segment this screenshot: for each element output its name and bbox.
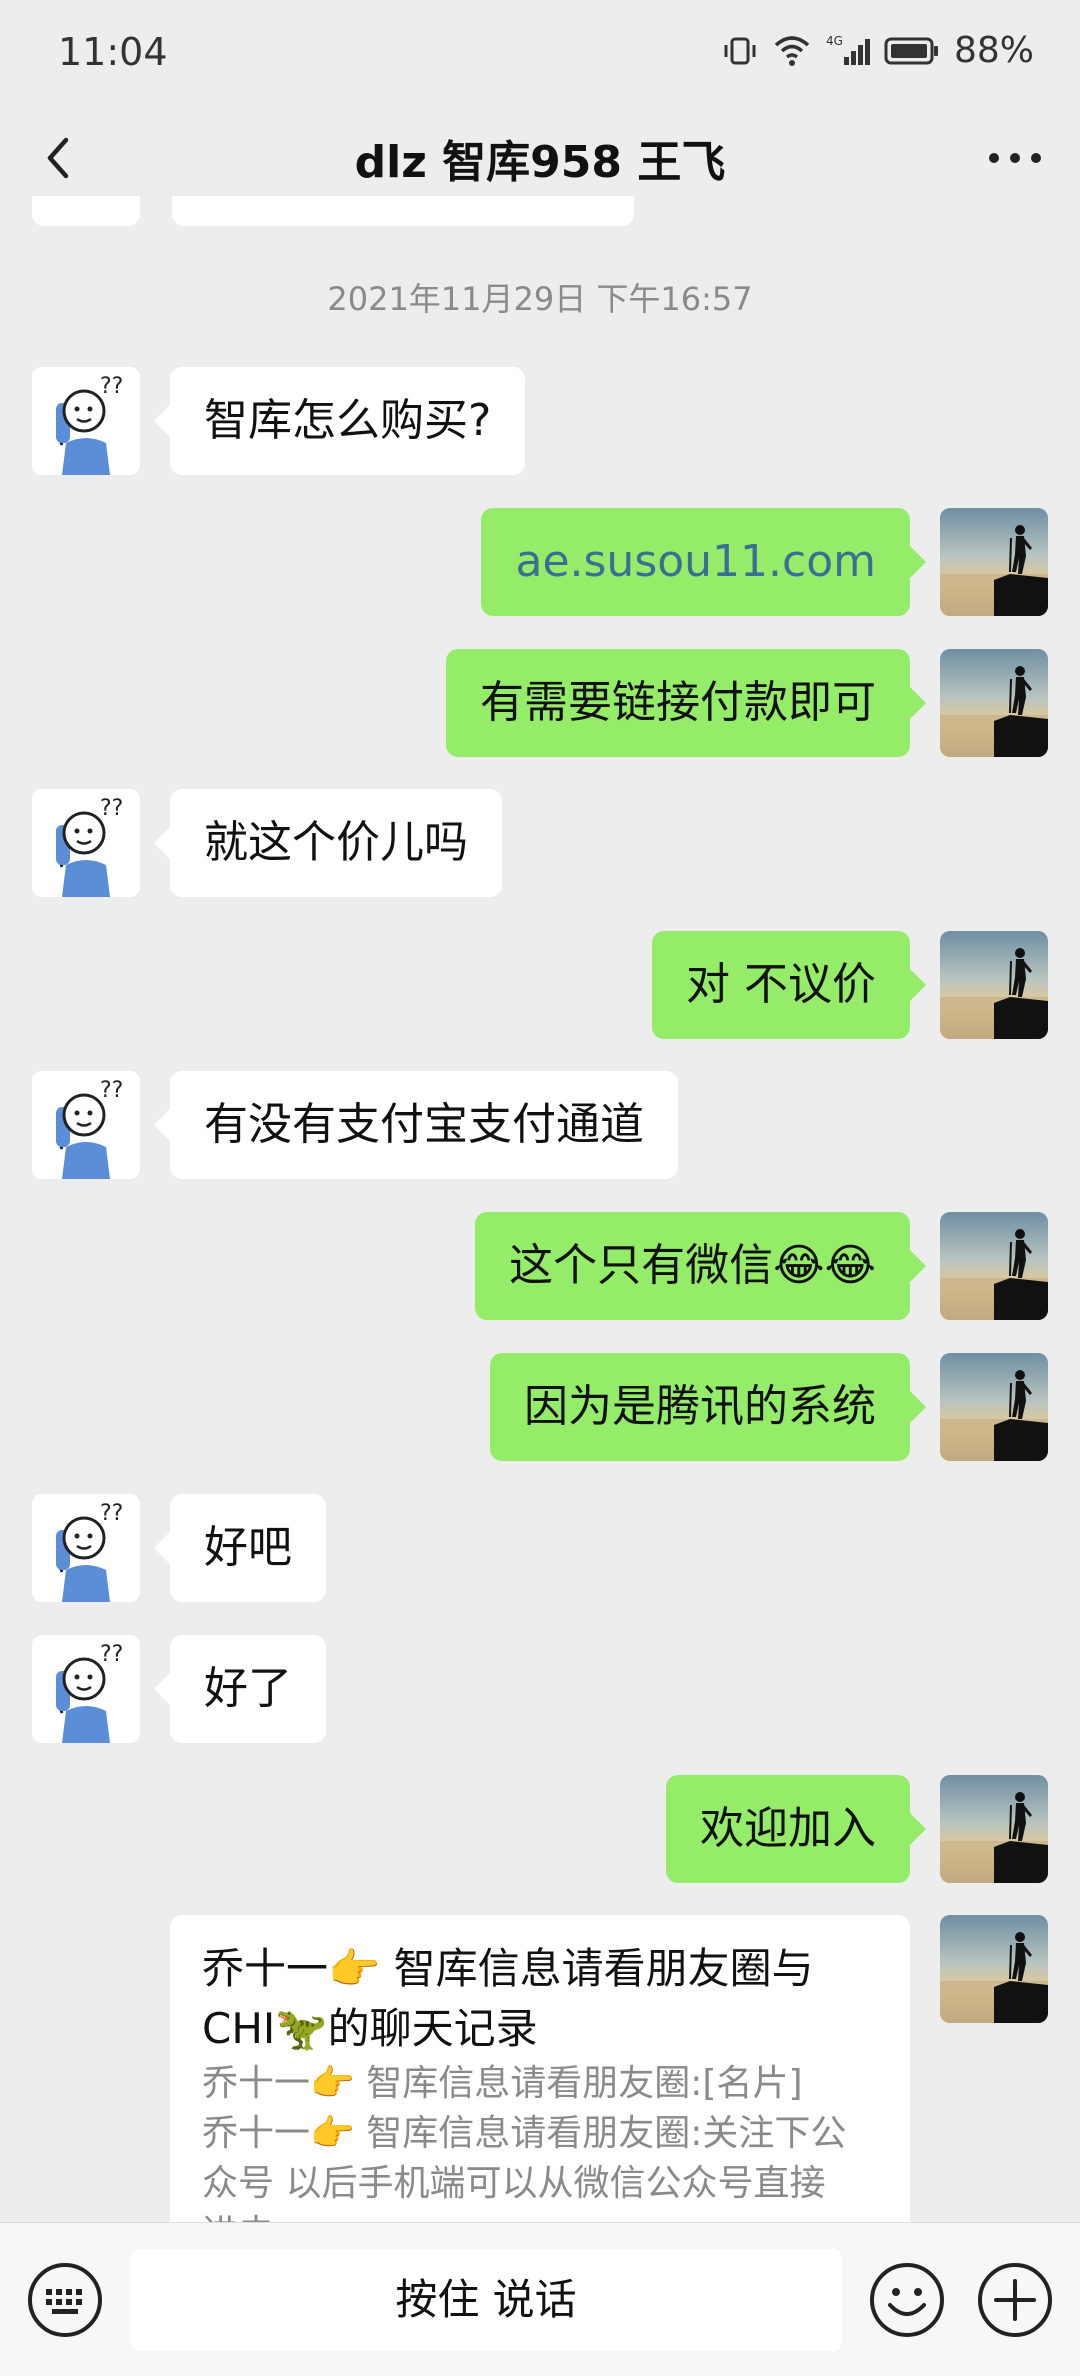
more-dots-icon [989,153,1041,163]
message-bubble-sent[interactable]: 有需要链接付款即可 [446,649,926,757]
my-avatar[interactable] [940,508,1048,616]
cartoon-avatar-image [32,1494,140,1602]
more-functions-button[interactable] [976,2261,1054,2339]
my-avatar[interactable] [940,931,1048,1039]
my-avatar[interactable] [940,1212,1048,1320]
chat-timestamp: 2021年11月29日 下午16:57 [327,280,753,318]
emoji-icon [870,2263,944,2337]
message-bubble-received[interactable]: 有没有支付宝支付通道 [154,1071,678,1179]
message-bubble-received[interactable]: 智库怎么购买? [153,367,526,475]
contact-avatar[interactable] [32,1494,140,1602]
forwarded-chat-card[interactable]: 乔十一👉 智库信息请看朋友圈与 CHI🦖的聊天记录 乔十一👉 智库信息请看朋友圈… [170,1915,910,2235]
cell-signal-icon: 4G [826,34,870,65]
message-link[interactable]: ae.susou11.com [481,508,926,616]
my-avatar[interactable] [940,1353,1048,1461]
contact-avatar[interactable] [32,1071,140,1179]
message-bubble-sent[interactable]: 这个只有微信😂😂 [475,1212,926,1320]
card-preview-line: 乔十一👉 智库信息请看朋友圈:关注下公 [202,2113,847,2154]
hiker-avatar-image [940,649,1048,757]
cartoon-avatar-image [32,1071,140,1179]
hiker-avatar-image [940,508,1048,616]
plus-icon [978,2263,1052,2337]
chat-header: dlz 智库958 王飞 [0,110,1080,200]
card-title-line: 乔十一👉 智库信息请看朋友圈与 [202,1944,814,1993]
hiker-avatar-image [940,931,1048,1039]
my-avatar[interactable] [940,1775,1048,1883]
chat-input-bar: 按住 说话 [0,2222,1080,2376]
vibrate-icon [724,37,756,64]
more-button[interactable] [980,128,1050,188]
battery-icon [884,37,938,64]
previous-message-peek [172,196,634,226]
cartoon-avatar-image [32,367,140,475]
svg-text:4G: 4G [826,34,843,48]
hiker-avatar-image [940,1915,1048,2023]
card-title-line: CHI🦖的聊天记录 [202,2004,538,2053]
message-bubble-received[interactable]: 就这个价儿吗 [154,789,502,897]
card-preview-line: 乔十一👉 智库信息请看朋友圈:[名片] [202,2063,803,2104]
message-bubble-sent[interactable]: 欢迎加入 [666,1775,926,1883]
message-bubble-received[interactable]: 好了 [154,1635,326,1743]
card-preview-line: 众号 以后手机端可以从微信公众号直接 [202,2163,826,2204]
contact-avatar[interactable] [32,1635,140,1743]
status-time: 11:04 [58,30,168,74]
wifi-icon [774,35,810,66]
contact-avatar[interactable] [32,789,140,897]
hiker-avatar-image [940,1775,1048,1883]
keyboard-icon [28,2263,102,2337]
message-bubble-sent[interactable]: 对 不议价 [652,931,926,1039]
my-avatar[interactable] [940,649,1048,757]
my-avatar[interactable] [940,1915,1048,2023]
message-bubble-received[interactable]: 好吧 [154,1494,326,1602]
keyboard-button[interactable] [26,2261,104,2339]
hiker-avatar-image [940,1212,1048,1320]
battery-percent: 88% [953,30,1034,71]
status-bar: 11:04 4G 88% [0,0,1080,110]
message-bubble-sent[interactable]: 因为是腾讯的系统 [490,1353,926,1461]
emoji-button[interactable] [868,2261,946,2339]
chat-title: dlz 智库958 王飞 [354,137,726,188]
hiker-avatar-image [940,1353,1048,1461]
cartoon-avatar-image [32,789,140,897]
status-icons: 4G 88% [722,30,1034,71]
cartoon-avatar-image [32,1635,140,1743]
previous-avatar-peek [32,196,140,226]
hold-to-talk-button[interactable]: 按住 说话 [130,2249,842,2351]
contact-avatar[interactable] [32,367,140,475]
